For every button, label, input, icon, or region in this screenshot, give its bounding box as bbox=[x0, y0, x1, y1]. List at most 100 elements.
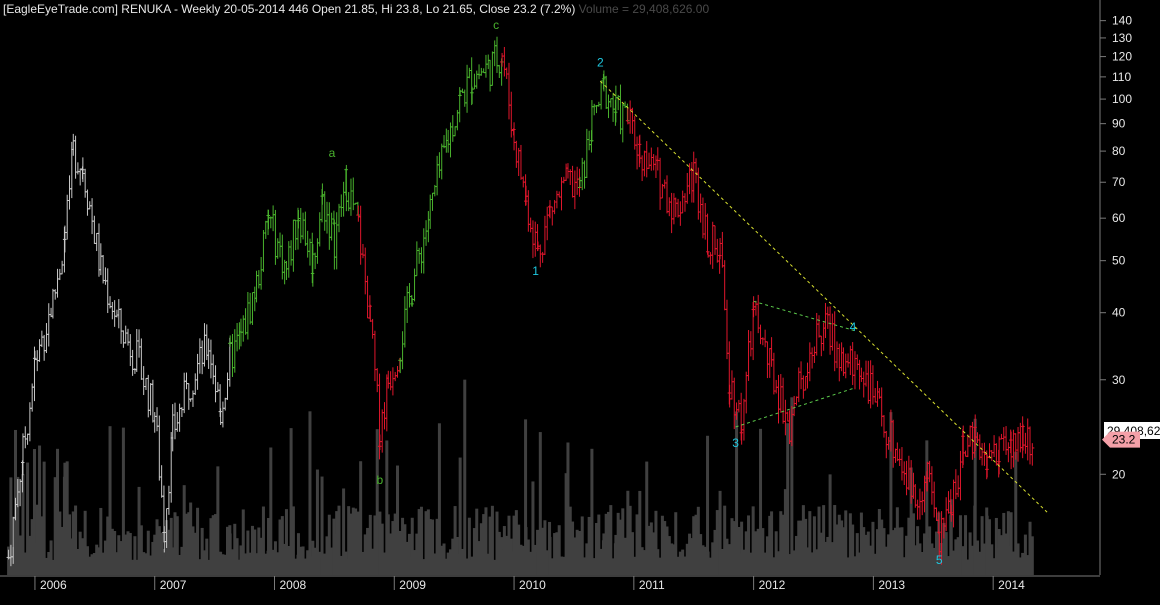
ohlc-bar bbox=[293, 219, 298, 251]
ohlc-bar bbox=[332, 219, 337, 270]
ohlc-bar bbox=[437, 152, 442, 178]
ohlc-bar bbox=[220, 401, 225, 428]
ohlc-bar bbox=[992, 435, 997, 458]
ohlc-bar bbox=[467, 67, 472, 79]
ohlc-bar bbox=[700, 197, 705, 239]
ohlc-bar bbox=[390, 367, 395, 396]
ohlc-bar bbox=[263, 220, 268, 239]
x-tick-label: 2007 bbox=[160, 578, 187, 592]
ohlc-bar bbox=[582, 160, 587, 189]
ohlc-bar bbox=[368, 304, 373, 322]
ohlc-bar bbox=[729, 370, 734, 400]
ohlc-bar bbox=[94, 232, 99, 252]
ohlc-bar bbox=[393, 371, 398, 382]
ohlc-bar bbox=[202, 323, 207, 367]
ohlc-bar bbox=[825, 306, 830, 329]
ohlc-bar bbox=[667, 197, 672, 217]
ohlc-bar bbox=[450, 115, 455, 142]
ohlc-bar bbox=[724, 299, 729, 360]
ohlc-bar bbox=[365, 275, 370, 319]
ohlc-bar bbox=[545, 206, 550, 241]
wave-labels: c a b 1 2 3 4 5 bbox=[329, 18, 943, 567]
volume-bar bbox=[590, 448, 594, 575]
ohlc-bar bbox=[112, 300, 117, 327]
ohlc-bar bbox=[637, 134, 642, 164]
ohlc-bar bbox=[713, 225, 718, 255]
ohlc-bar bbox=[372, 330, 377, 382]
ohlc-bar bbox=[200, 340, 205, 375]
ohlc-bar bbox=[261, 229, 266, 272]
ohlc-bar bbox=[850, 342, 855, 386]
ohlc-bar bbox=[611, 92, 616, 122]
y-tick-label: 50 bbox=[1112, 254, 1126, 268]
ohlc-bar bbox=[322, 191, 327, 231]
ohlc-bar bbox=[313, 252, 318, 270]
ohlc-bar bbox=[344, 164, 349, 212]
ohlc-bar bbox=[1006, 442, 1011, 463]
ohlc-bar bbox=[228, 335, 233, 347]
ohlc-bar bbox=[358, 205, 363, 265]
ohlc-bar bbox=[530, 220, 535, 259]
ohlc-bar bbox=[348, 178, 353, 216]
ohlc-bar bbox=[256, 270, 261, 289]
ohlc-bar bbox=[146, 374, 151, 418]
ohlc-bar bbox=[897, 448, 902, 467]
ohlc-bar bbox=[758, 324, 763, 345]
ohlc-bar bbox=[186, 383, 191, 410]
y-tick-label: 20 bbox=[1112, 467, 1126, 481]
ohlc-bar bbox=[1001, 427, 1006, 451]
volume-bar bbox=[463, 379, 467, 575]
ohlc-bar bbox=[128, 334, 133, 367]
ohlc-bar bbox=[616, 94, 621, 111]
ohlc-bar bbox=[42, 334, 47, 361]
ohlc-bar bbox=[101, 254, 106, 284]
wave-label-c: c bbox=[493, 18, 499, 32]
ohlc-bar bbox=[320, 183, 325, 205]
ohlc-bar bbox=[870, 365, 875, 405]
ohlc-bar bbox=[448, 122, 453, 158]
ohlc-bar bbox=[60, 260, 65, 275]
ohlc-bar bbox=[953, 469, 958, 500]
ohlc-bar bbox=[336, 203, 341, 233]
ohlc-bar bbox=[958, 450, 963, 501]
ohlc-bar bbox=[881, 415, 886, 438]
ohlc-bar bbox=[1028, 426, 1033, 465]
ohlc-bar bbox=[119, 308, 124, 344]
ohlc-bar bbox=[635, 136, 640, 170]
ohlc-bar bbox=[570, 165, 575, 198]
ohlc-bar bbox=[110, 301, 115, 320]
ohlc-bar bbox=[718, 238, 723, 260]
price-chart[interactable]: c a b 1 2 3 4 5 20 30 40 50 60 70 80 90 100 110 120 130 140… bbox=[0, 0, 1160, 605]
ohlc-bar bbox=[182, 372, 187, 414]
y-tick-label: 80 bbox=[1112, 144, 1126, 158]
ohlc-bar bbox=[765, 341, 770, 379]
ohlc-bar bbox=[172, 402, 177, 440]
chart-header: [EagleEyeTrade.com] RENUKA - Weekly 20-0… bbox=[3, 2, 709, 16]
ohlc-bar bbox=[1023, 432, 1028, 454]
ohlc-bar bbox=[741, 398, 746, 441]
ohlc-bar bbox=[57, 268, 62, 281]
ohlc-bar bbox=[37, 339, 42, 362]
ohlc-bar bbox=[658, 157, 663, 210]
ohlc-bar bbox=[557, 191, 562, 198]
wave-label-2: 2 bbox=[597, 56, 604, 70]
ohlc-bar bbox=[547, 200, 552, 219]
wave-label-4: 4 bbox=[850, 320, 857, 334]
ohlc-bar bbox=[126, 328, 131, 346]
ohlc-bar bbox=[771, 352, 776, 395]
ohlc-bar bbox=[837, 343, 842, 382]
ohlc-bar bbox=[327, 202, 332, 250]
ohlc-bar bbox=[65, 194, 70, 240]
ohlc-bar bbox=[157, 415, 162, 481]
y-tick-label: 30 bbox=[1112, 373, 1126, 387]
ohlc-bar bbox=[526, 190, 531, 232]
ohlc-bar bbox=[572, 170, 577, 210]
triangle-upper-line bbox=[753, 300, 856, 332]
x-tick-label: 2014 bbox=[998, 578, 1025, 592]
ohlc-bar bbox=[873, 388, 878, 403]
y-tick-label: 100 bbox=[1112, 92, 1132, 106]
ohlc-bar bbox=[812, 346, 817, 364]
ohlc-bar bbox=[861, 371, 866, 398]
y-tick-label: 40 bbox=[1112, 306, 1126, 320]
ohlc-bar bbox=[746, 330, 751, 381]
